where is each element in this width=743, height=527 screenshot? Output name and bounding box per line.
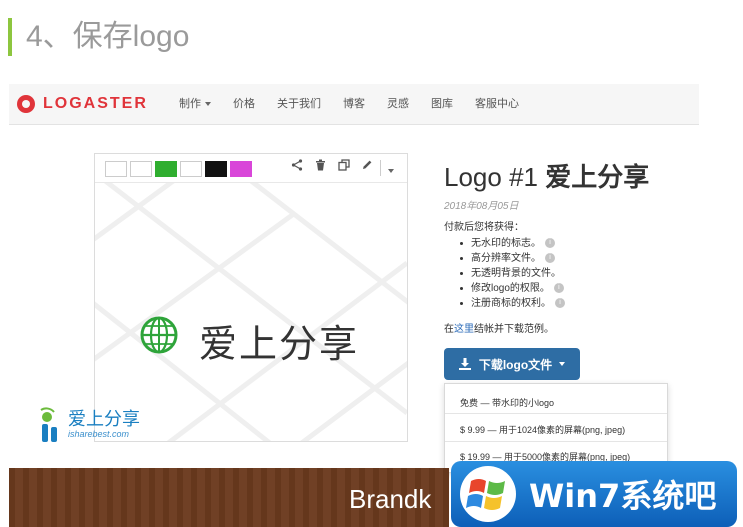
thumbnail-white-3[interactable] <box>180 161 202 177</box>
example-link[interactable]: 这里 <box>454 324 474 335</box>
watermark-url: isharebest.com <box>68 429 130 439</box>
windows-logo-icon <box>460 466 516 522</box>
pencil-icon[interactable] <box>361 159 373 174</box>
download-button-label: 下载logo文件 <box>478 357 553 372</box>
nav-item-about[interactable]: 关于我们 <box>277 84 321 124</box>
trash-icon[interactable] <box>315 159 326 174</box>
list-item: 高分辨率文件。 i <box>460 251 565 266</box>
logo-text: 爱上分享 <box>199 324 360 366</box>
win7-text: Win7系统吧 <box>529 477 717 515</box>
thumbnail-white[interactable] <box>105 161 127 177</box>
watermark-text: 爱上分享 <box>68 409 140 429</box>
brand-banner: Brandk <box>9 468 449 527</box>
list-item: 修改logo的权限。 i <box>460 281 565 296</box>
logo-preview-panel: 爱上分享 <box>94 153 408 442</box>
caret-down-icon <box>205 102 211 107</box>
brand[interactable]: LOGASTER <box>17 94 148 114</box>
info-icon[interactable]: i <box>545 253 555 264</box>
step-title: 4、保存logo <box>8 18 189 56</box>
nav-item-gallery[interactable]: 图库 <box>431 84 453 124</box>
list-item: 无透明背景的文件。 <box>460 266 565 281</box>
thumbnail-white-2[interactable] <box>130 161 152 177</box>
list-item: 注册商标的权利。 i <box>460 296 565 311</box>
info-icon[interactable]: i <box>545 238 555 249</box>
thumbnail-black[interactable] <box>205 161 227 177</box>
download-logo-button[interactable]: 下载logo文件 <box>444 348 580 380</box>
globe-icon <box>140 316 178 354</box>
nav-item-pricing[interactable]: 价格 <box>233 84 255 124</box>
logo-canvas: 爱上分享 <box>95 183 407 441</box>
share-icon[interactable] <box>291 159 303 174</box>
nav-item-create[interactable]: 制作 <box>179 84 211 124</box>
logaster-logo-icon <box>17 95 35 113</box>
example-download-line: 在这里结帐并下载范例。 <box>444 324 554 335</box>
caret-down-icon <box>559 362 566 366</box>
isharebest-logo-icon <box>40 407 57 442</box>
benefits-intro: 付款后您将获得： <box>444 222 524 233</box>
navbar: LOGASTER 制作 价格 关于我们 博客 灵感 图库 客服中心 <box>9 84 699 125</box>
benefits-list: 无水印的标志。 i 高分辨率文件。 i 无透明背景的文件。 修改logo的权限。 i … <box>460 236 565 311</box>
win7-watermark: Win7系统吧 <box>451 461 743 527</box>
option-free[interactable]: 免费 — 带水印的小logo <box>460 396 554 409</box>
info-icon[interactable]: i <box>553 283 564 294</box>
copy-icon[interactable] <box>338 159 350 174</box>
nav-item-inspiration[interactable]: 灵感 <box>387 84 409 124</box>
banner-text: Brandk <box>349 484 432 514</box>
watermark-pattern <box>95 183 407 441</box>
logo-title: Logo #1 爱上分享 <box>444 162 650 192</box>
download-dropdown-menu: 免费 — 带水印的小logo $ 9.99 — 用于1024像素的屏幕(png,… <box>444 383 668 473</box>
logo-date: 2018年08月05日 <box>444 201 519 212</box>
thumbnail-magenta[interactable] <box>230 161 252 177</box>
isharebest-watermark: 爱上分享 isharebest.com <box>38 405 148 445</box>
info-icon[interactable]: i <box>555 298 565 309</box>
download-icon <box>458 358 471 370</box>
chevron-down-icon[interactable] <box>388 163 394 177</box>
list-item: 无水印的标志。 i <box>460 236 565 251</box>
nav-item-blog[interactable]: 博客 <box>343 84 365 124</box>
brand-name: LOGASTER <box>43 95 148 112</box>
thumbnail-green[interactable] <box>155 161 177 177</box>
preview-toolbar <box>95 154 407 183</box>
option-9-99[interactable]: $ 9.99 — 用于1024像素的屏幕(png, jpeg) <box>460 423 625 436</box>
nav-item-support[interactable]: 客服中心 <box>475 84 519 124</box>
